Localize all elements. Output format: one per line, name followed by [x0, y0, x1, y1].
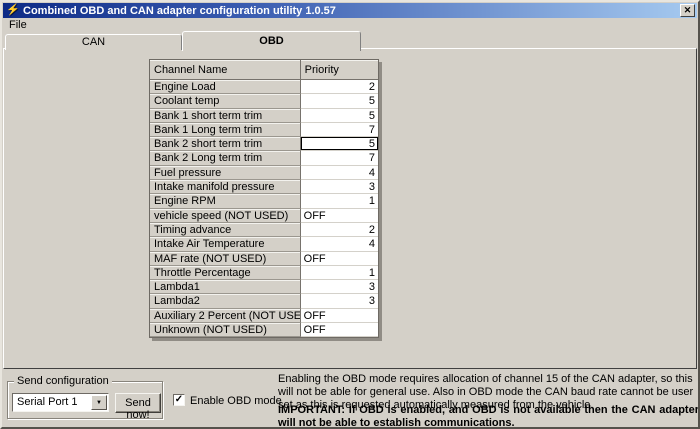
channel-name-cell: Engine RPM — [150, 194, 301, 208]
priority-cell[interactable]: 2 — [301, 223, 378, 237]
priority-cell[interactable]: OFF — [301, 309, 378, 323]
grid-body: Engine Load2Coolant temp5Bank 1 short te… — [150, 80, 378, 337]
enable-obd-label: Enable OBD mode — [190, 394, 282, 407]
table-row: vehicle speed (NOT USED)OFF — [150, 209, 378, 223]
table-row: Lambda23 — [150, 294, 378, 308]
channel-name-cell: Engine Load — [150, 80, 301, 94]
channel-name-cell: MAF rate (NOT USED) — [150, 252, 301, 266]
table-row: Lambda13 — [150, 280, 378, 294]
priority-cell[interactable]: 3 — [301, 280, 378, 294]
grid-header-row: Channel Name Priority — [150, 60, 378, 80]
channel-name-cell: Bank 2 short term trim — [150, 137, 301, 151]
table-row: Engine RPM1 — [150, 194, 378, 208]
table-row: Bank 1 Long term trim7 — [150, 123, 378, 137]
table-row: Intake Air Temperature4 — [150, 237, 378, 251]
channel-name-cell: Bank 2 Long term trim — [150, 151, 301, 165]
channel-name-cell: Auxiliary 2 Percent (NOT USED) — [150, 309, 301, 323]
app-icon: ⚡ — [6, 4, 19, 17]
column-header-channel-name: Channel Name — [150, 60, 301, 80]
channel-name-cell: Coolant temp — [150, 94, 301, 108]
channel-name-cell: Unknown (NOT USED) — [150, 323, 301, 337]
table-row: Intake manifold pressure3 — [150, 180, 378, 194]
enable-obd-mode-control: ✓ Enable OBD mode — [173, 394, 282, 407]
priority-cell[interactable]: 5 — [301, 109, 378, 123]
serial-port-value: Serial Port 1 — [17, 396, 78, 408]
table-row: Coolant temp5 — [150, 94, 378, 108]
priority-cell[interactable]: 5 — [301, 137, 378, 151]
chevron-down-icon[interactable]: ▼ — [91, 395, 107, 410]
priority-cell[interactable]: 1 — [301, 266, 378, 280]
channel-name-cell: Intake manifold pressure — [150, 180, 301, 194]
menu-bar: File — [3, 18, 697, 32]
priority-cell[interactable]: 4 — [301, 237, 378, 251]
menu-item-file[interactable]: File — [3, 18, 33, 32]
priority-cell[interactable]: OFF — [301, 252, 378, 266]
title-bar: ⚡ Combined OBD and CAN adapter configura… — [3, 3, 697, 18]
channel-priority-grid: Channel Name Priority Engine Load2Coolan… — [149, 59, 379, 338]
tab-obd[interactable]: OBD — [182, 31, 361, 51]
obd-mode-important-text: IMPORTANT: If OBD is enabled, and OBD is… — [278, 404, 699, 429]
priority-cell[interactable]: 1 — [301, 194, 378, 208]
table-row: Bank 2 Long term trim7 — [150, 151, 378, 165]
priority-cell[interactable]: 3 — [301, 294, 378, 308]
tab-can[interactable]: CAN — [5, 34, 182, 50]
serial-port-select[interactable]: Serial Port 1 ▼ — [12, 393, 109, 412]
channel-name-cell: Bank 1 short term trim — [150, 109, 301, 123]
priority-cell[interactable]: OFF — [301, 209, 378, 223]
priority-cell[interactable]: 7 — [301, 123, 378, 137]
priority-cell[interactable]: 3 — [301, 180, 378, 194]
send-now-button[interactable]: Send now! — [115, 393, 161, 413]
group-label: Send configuration — [14, 375, 112, 387]
channel-name-cell: Intake Air Temperature — [150, 237, 301, 251]
table-row: Fuel pressure4 — [150, 166, 378, 180]
close-icon[interactable]: ✕ — [680, 4, 695, 17]
priority-cell[interactable]: 2 — [301, 80, 378, 94]
priority-cell[interactable]: 7 — [301, 151, 378, 165]
table-row: Timing advance2 — [150, 223, 378, 237]
enable-obd-checkbox[interactable]: ✓ — [173, 394, 185, 406]
column-header-priority: Priority — [301, 60, 378, 80]
channel-name-cell: Fuel pressure — [150, 166, 301, 180]
priority-cell[interactable]: 4 — [301, 166, 378, 180]
priority-cell[interactable]: OFF — [301, 323, 378, 337]
channel-name-cell: Lambda1 — [150, 280, 301, 294]
channel-name-cell: Bank 1 Long term trim — [150, 123, 301, 137]
table-row: Bank 1 short term trim5 — [150, 109, 378, 123]
channel-name-cell: Timing advance — [150, 223, 301, 237]
table-row: Throttle Percentage1 — [150, 266, 378, 280]
send-configuration-group: Send configuration Serial Port 1 ▼ Send … — [7, 381, 163, 419]
check-icon: ✓ — [175, 394, 183, 405]
channel-name-cell: Lambda2 — [150, 294, 301, 308]
table-row: Bank 2 short term trim5 — [150, 137, 378, 151]
app-window: ⚡ Combined OBD and CAN adapter configura… — [0, 0, 700, 429]
window-title: Combined OBD and CAN adapter configurati… — [23, 5, 336, 17]
table-row: Auxiliary 2 Percent (NOT USED)OFF — [150, 309, 378, 323]
priority-cell[interactable]: 5 — [301, 94, 378, 108]
obd-tab-page: Channel Name Priority Engine Load2Coolan… — [3, 48, 697, 369]
table-row: Unknown (NOT USED)OFF — [150, 323, 378, 337]
channel-name-cell: vehicle speed (NOT USED) — [150, 209, 301, 223]
table-row: MAF rate (NOT USED)OFF — [150, 252, 378, 266]
channel-name-cell: Throttle Percentage — [150, 266, 301, 280]
table-row: Engine Load2 — [150, 80, 378, 94]
tab-strip: CAN OBD — [4, 31, 362, 50]
